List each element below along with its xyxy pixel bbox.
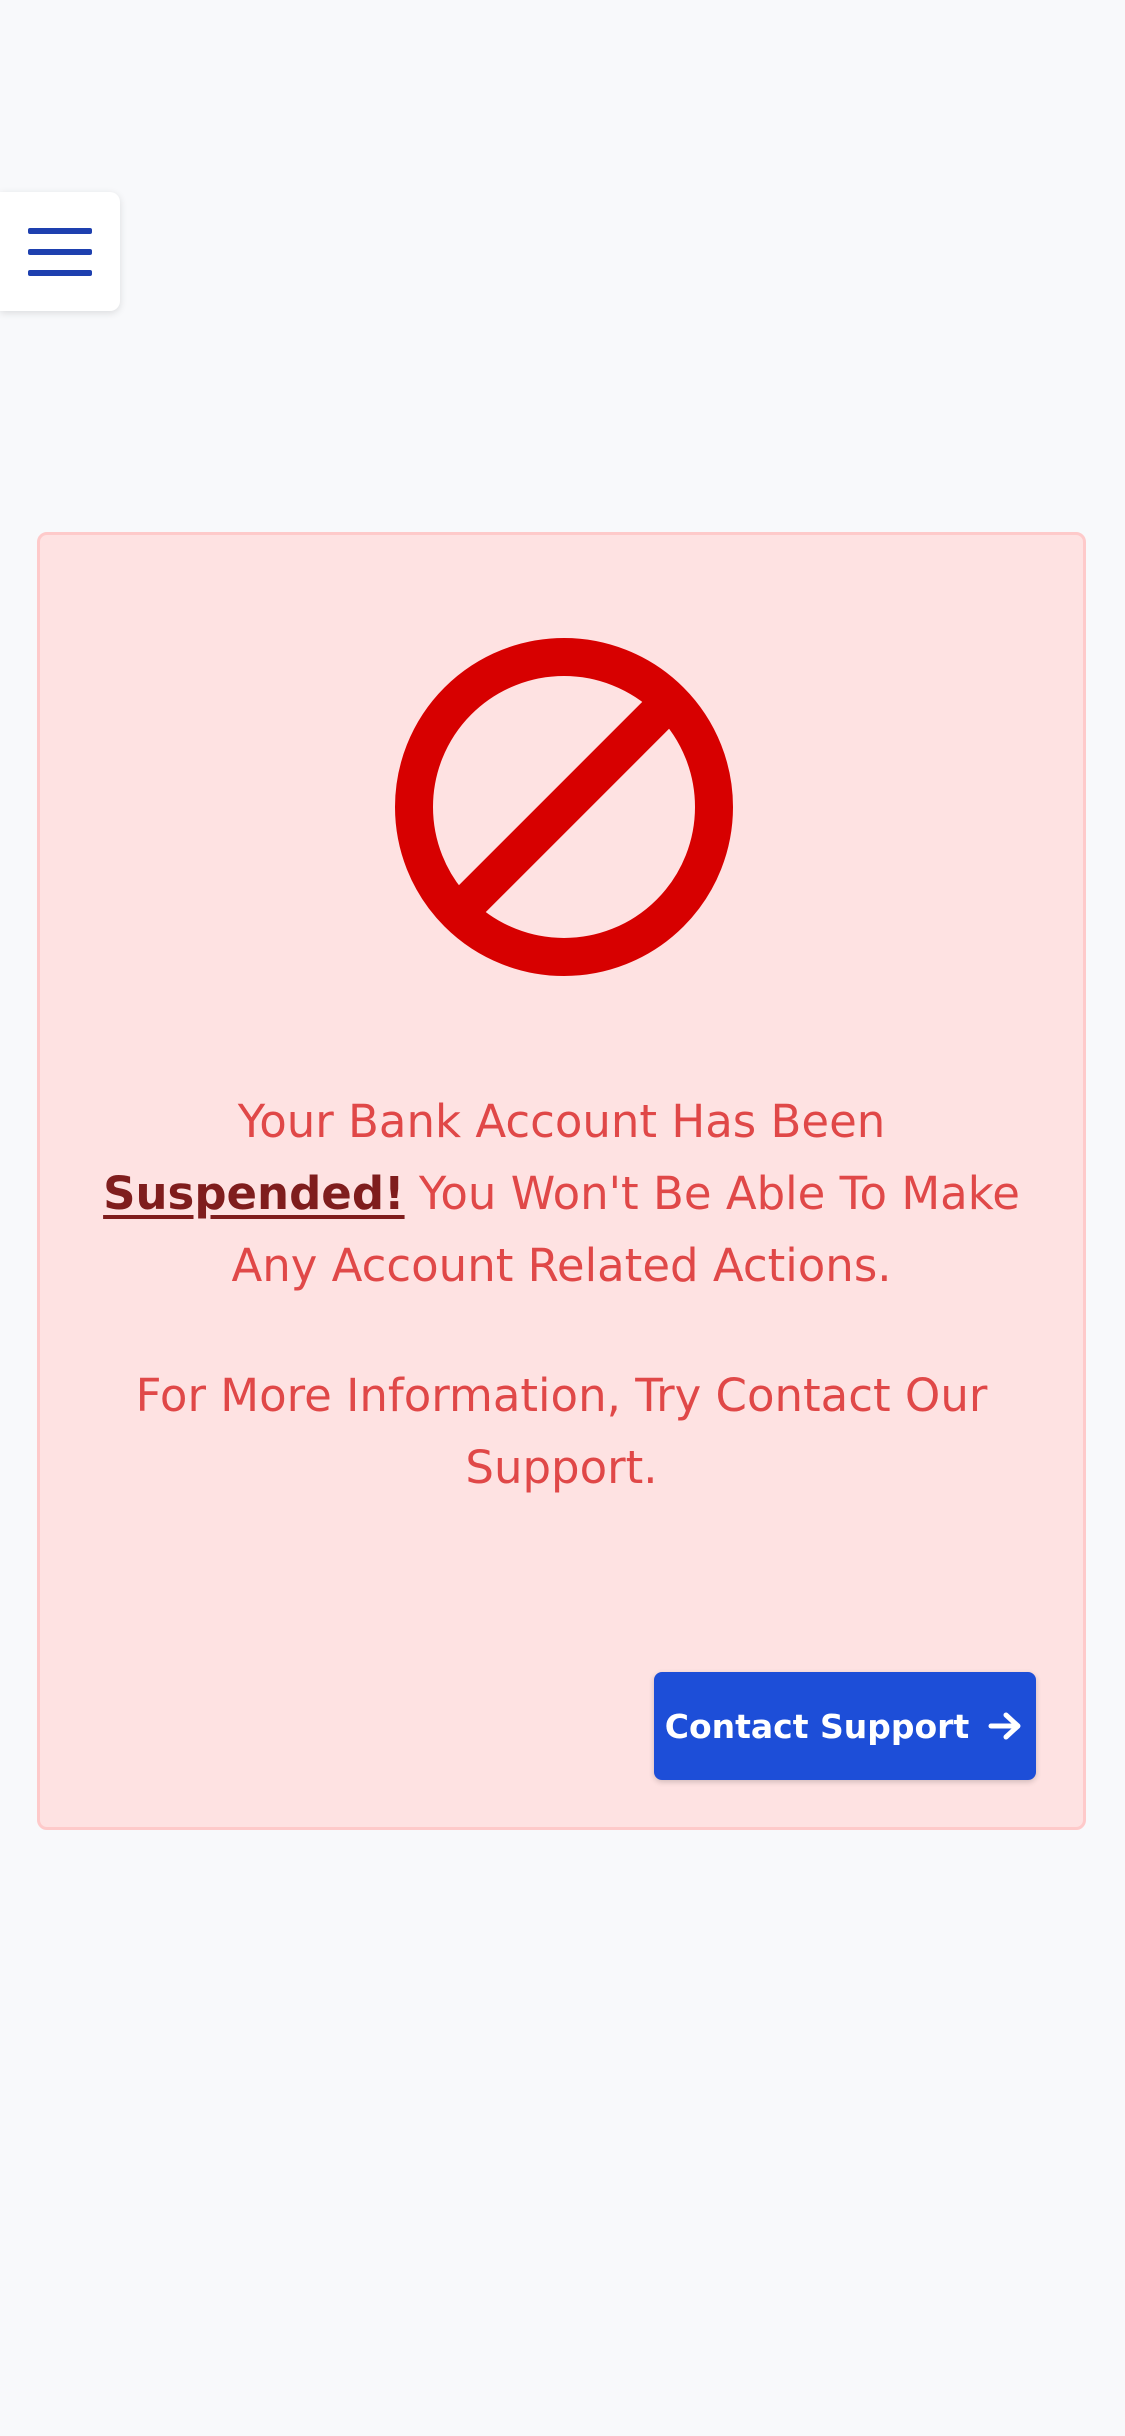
suspended-emphasis: Suspended! bbox=[103, 1167, 405, 1220]
suspension-alert-card: Your Bank Account Has Been Suspended! Yo… bbox=[37, 532, 1086, 1830]
contact-support-button[interactable]: Contact Support bbox=[654, 1672, 1036, 1780]
contact-support-label: Contact Support bbox=[664, 1706, 970, 1746]
ban-icon bbox=[395, 638, 733, 976]
hamburger-menu-icon bbox=[28, 227, 92, 276]
suspension-message: Your Bank Account Has Been Suspended! Yo… bbox=[80, 1086, 1043, 1302]
arrow-right-icon bbox=[988, 1712, 1021, 1740]
support-info-message: For More Information, Try Contact Our Su… bbox=[135, 1369, 988, 1494]
menu-button[interactable] bbox=[0, 192, 120, 311]
suspension-message-prefix: Your Bank Account Has Been bbox=[237, 1095, 886, 1148]
